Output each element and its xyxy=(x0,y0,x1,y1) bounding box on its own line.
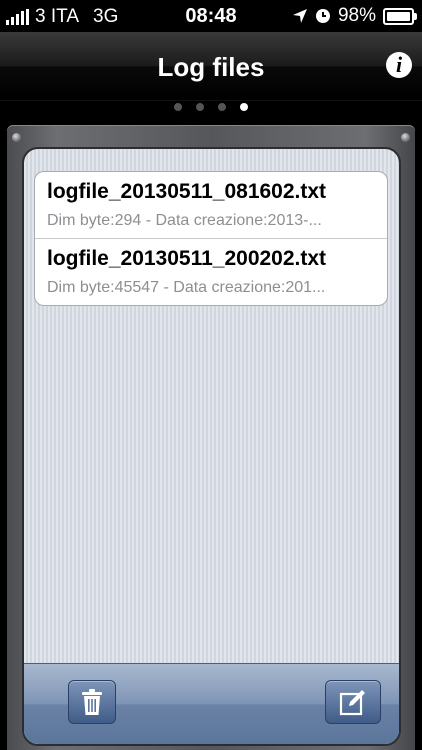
file-name: logfile_20130511_081602.txt xyxy=(47,180,327,203)
screw-icon xyxy=(12,133,21,142)
file-detail: Dim byte:294 - Data creazione:2013-... xyxy=(47,212,322,229)
info-icon[interactable]: i xyxy=(386,52,412,78)
delete-button[interactable] xyxy=(68,680,116,724)
battery-icon xyxy=(383,7,417,25)
file-row[interactable]: logfile_20130511_081602.txt Dim byte:294 … xyxy=(35,172,387,239)
location-arrow-icon xyxy=(292,9,307,23)
screw-icon xyxy=(401,133,410,142)
page-dot-4[interactable] xyxy=(240,103,248,111)
compose-button[interactable] xyxy=(325,680,381,724)
file-name: logfile_20130511_200202.txt xyxy=(47,247,327,270)
content-panel: logfile_20130511_081602.txt Dim byte:294 … xyxy=(22,147,401,746)
trash-icon xyxy=(82,689,102,715)
page-dot-1[interactable] xyxy=(174,103,182,111)
status-bar: 3 ITA 3G 08:48 98% xyxy=(0,0,422,32)
page-dot-2[interactable] xyxy=(196,103,204,111)
page-dot-3[interactable] xyxy=(218,103,226,111)
navigation-bar: Log files i xyxy=(0,32,422,101)
battery-percent: 98% xyxy=(337,5,376,26)
page-title: Log files xyxy=(157,52,265,82)
file-detail: Dim byte:45547 - Data creazione:201... xyxy=(47,279,326,296)
file-row[interactable]: logfile_20130511_200202.txt Dim byte:4554… xyxy=(35,239,387,305)
file-list: logfile_20130511_081602.txt Dim byte:294 … xyxy=(34,171,388,306)
compose-icon xyxy=(339,690,365,716)
bottom-toolbar xyxy=(24,663,399,744)
status-right: 98% xyxy=(292,5,417,27)
alarm-clock-icon xyxy=(315,9,330,23)
page-indicator[interactable] xyxy=(0,103,422,117)
